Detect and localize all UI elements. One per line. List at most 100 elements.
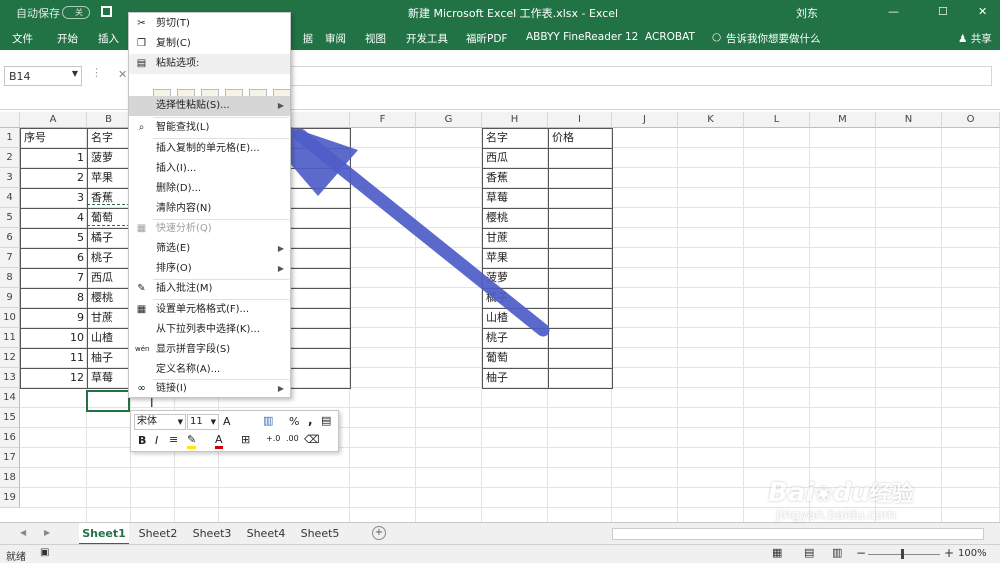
horizontal-scrollbar[interactable] (612, 528, 984, 540)
menu-item-clear-contents[interactable]: 清除内容(N) (129, 199, 290, 219)
menu-item-insert-comment[interactable]: ✎ 插入批注(M) (129, 279, 290, 299)
menu-item-insert[interactable]: 插入(I)... (129, 159, 290, 179)
eraser-icon[interactable]: ⌫ (304, 433, 320, 446)
table-cell[interactable]: 10 (20, 328, 88, 349)
table-cell[interactable]: 西瓜 (87, 268, 132, 289)
row-header[interactable]: 1 (0, 128, 20, 148)
table-cell[interactable]: 8 (20, 288, 88, 309)
column-header[interactable]: B (87, 112, 131, 128)
tab-data[interactable]: 数据 (304, 31, 313, 46)
column-header[interactable]: I (548, 112, 612, 128)
table-cell[interactable] (548, 148, 613, 169)
comma-style-button[interactable]: , (308, 413, 313, 427)
active-cell[interactable] (86, 390, 130, 412)
table-cell[interactable]: 4 (20, 208, 88, 229)
row-header[interactable]: 6 (0, 228, 20, 248)
table-cell[interactable]: 橘子 (482, 288, 549, 309)
fill-color-icon[interactable]: ▥ (263, 414, 273, 427)
table-cell[interactable]: 柚子 (87, 348, 132, 369)
table-cell[interactable]: 山楂 (87, 328, 132, 349)
italic-button[interactable]: I (155, 434, 158, 447)
table-cell[interactable] (548, 188, 613, 209)
borders-icon[interactable]: ⊞ (241, 433, 250, 446)
table-cell[interactable]: 柚子 (482, 368, 549, 389)
table-header-cell[interactable]: 名字 (87, 128, 132, 149)
table-cell[interactable] (548, 268, 613, 289)
row-header[interactable]: 3 (0, 168, 20, 188)
increase-decimal-icon[interactable]: +.0 (266, 434, 280, 443)
font-size-box[interactable]: 11 ▼ (187, 414, 219, 430)
table-cell[interactable]: 橘子 (87, 228, 132, 249)
tab-foxit-pdf[interactable]: 福昕PDF (466, 31, 507, 46)
page-break-icon[interactable]: ▥ (832, 546, 842, 559)
table-cell[interactable] (548, 368, 613, 389)
menu-item-copy[interactable]: ❐ 复制(C) (129, 34, 290, 54)
tab-insert[interactable]: 插入 (98, 31, 119, 46)
table-cell[interactable]: 桃子 (482, 328, 549, 349)
table-cell[interactable]: 葡萄 (482, 348, 549, 369)
menu-item-filter[interactable]: 筛选(E) ▶ (129, 239, 290, 259)
tab-file[interactable]: 文件 (12, 31, 33, 46)
table-cell[interactable]: 山楂 (482, 308, 549, 329)
macro-record-icon[interactable]: ▣ (40, 547, 49, 558)
table-cell[interactable]: 樱桃 (482, 208, 549, 229)
table-cell[interactable]: 9 (20, 308, 88, 329)
table-cell[interactable] (548, 348, 613, 369)
scroll-right-icon[interactable]: ▶ (44, 528, 50, 537)
menu-item-cut[interactable]: ✂ 剪切(T) (129, 14, 290, 34)
table-cell[interactable]: 西瓜 (482, 148, 549, 169)
zoom-level[interactable]: 100% (958, 548, 987, 559)
sheet-tab-3[interactable]: Sheet3 (187, 523, 237, 545)
font-name-box[interactable]: 宋体 ▼ (134, 414, 186, 430)
row-header[interactable]: 18 (0, 468, 20, 488)
table-cell[interactable] (548, 208, 613, 229)
row-header[interactable]: 17 (0, 448, 20, 468)
row-header[interactable]: 11 (0, 328, 20, 348)
menu-item-smart-lookup[interactable]: ⌕ 智能查找(L) (129, 118, 290, 138)
column-header[interactable]: L (744, 112, 810, 128)
column-header[interactable]: K (678, 112, 744, 128)
tab-abbyy[interactable]: ABBYY FineReader 12 (526, 31, 638, 43)
tab-home[interactable]: 开始 (57, 31, 78, 46)
row-header[interactable]: 19 (0, 488, 20, 508)
menu-item-define-name[interactable]: 定义名称(A)... (129, 360, 290, 380)
menu-item-show-phonetic[interactable]: wén 显示拼音字段(S) (129, 340, 290, 360)
select-all-corner[interactable] (0, 112, 20, 128)
tell-me-box[interactable]: 告诉我你想要做什么 (726, 31, 821, 46)
menu-item-insert-copied-cells[interactable]: 插入复制的单元格(E)... (129, 139, 290, 159)
sheet-tab-5[interactable]: Sheet5 (295, 523, 345, 545)
table-cell[interactable]: 7 (20, 268, 88, 289)
autosave-toggle[interactable]: 关 (62, 6, 90, 19)
table-cell[interactable]: 苹果 (482, 248, 549, 269)
table-cell[interactable]: 香蕉 (482, 168, 549, 189)
name-box[interactable]: B14 ▼ (4, 66, 82, 86)
row-header[interactable]: 8 (0, 268, 20, 288)
table-cell[interactable]: 11 (20, 348, 88, 369)
bold-button[interactable]: B (138, 434, 146, 447)
add-sheet-icon[interactable]: + (372, 526, 386, 540)
normal-view-icon[interactable]: ▦ (772, 546, 782, 559)
table-cell[interactable] (548, 228, 613, 249)
tab-acrobat[interactable]: ACROBAT (645, 31, 695, 43)
decrease-decimal-icon[interactable]: .00 (286, 434, 299, 443)
row-header[interactable]: 4 (0, 188, 20, 208)
table-cell[interactable] (548, 168, 613, 189)
menu-item-paste-special[interactable]: 选择性粘贴(S)... ▶ (129, 96, 290, 116)
column-header[interactable]: J (612, 112, 678, 128)
row-header[interactable]: 15 (0, 408, 20, 428)
zoom-in-button[interactable]: + (944, 546, 954, 560)
table-cell[interactable]: 2 (20, 168, 88, 189)
minimize-button[interactable]: — (888, 5, 899, 18)
cancel-formula-icon[interactable]: ✕ (118, 68, 127, 81)
formula-input[interactable] (290, 66, 992, 86)
column-header[interactable]: G (416, 112, 482, 128)
row-header[interactable]: 2 (0, 148, 20, 168)
table-cell[interactable]: 桃子 (87, 248, 132, 269)
table-cell[interactable]: 草莓 (482, 188, 549, 209)
tab-view[interactable]: 视图 (365, 31, 386, 46)
column-header[interactable]: O (942, 112, 1000, 128)
zoom-slider-thumb[interactable] (901, 549, 904, 559)
tab-review[interactable]: 审阅 (325, 31, 346, 46)
table-cell[interactable]: 樱桃 (87, 288, 132, 309)
table-cell[interactable]: 3 (20, 188, 88, 209)
